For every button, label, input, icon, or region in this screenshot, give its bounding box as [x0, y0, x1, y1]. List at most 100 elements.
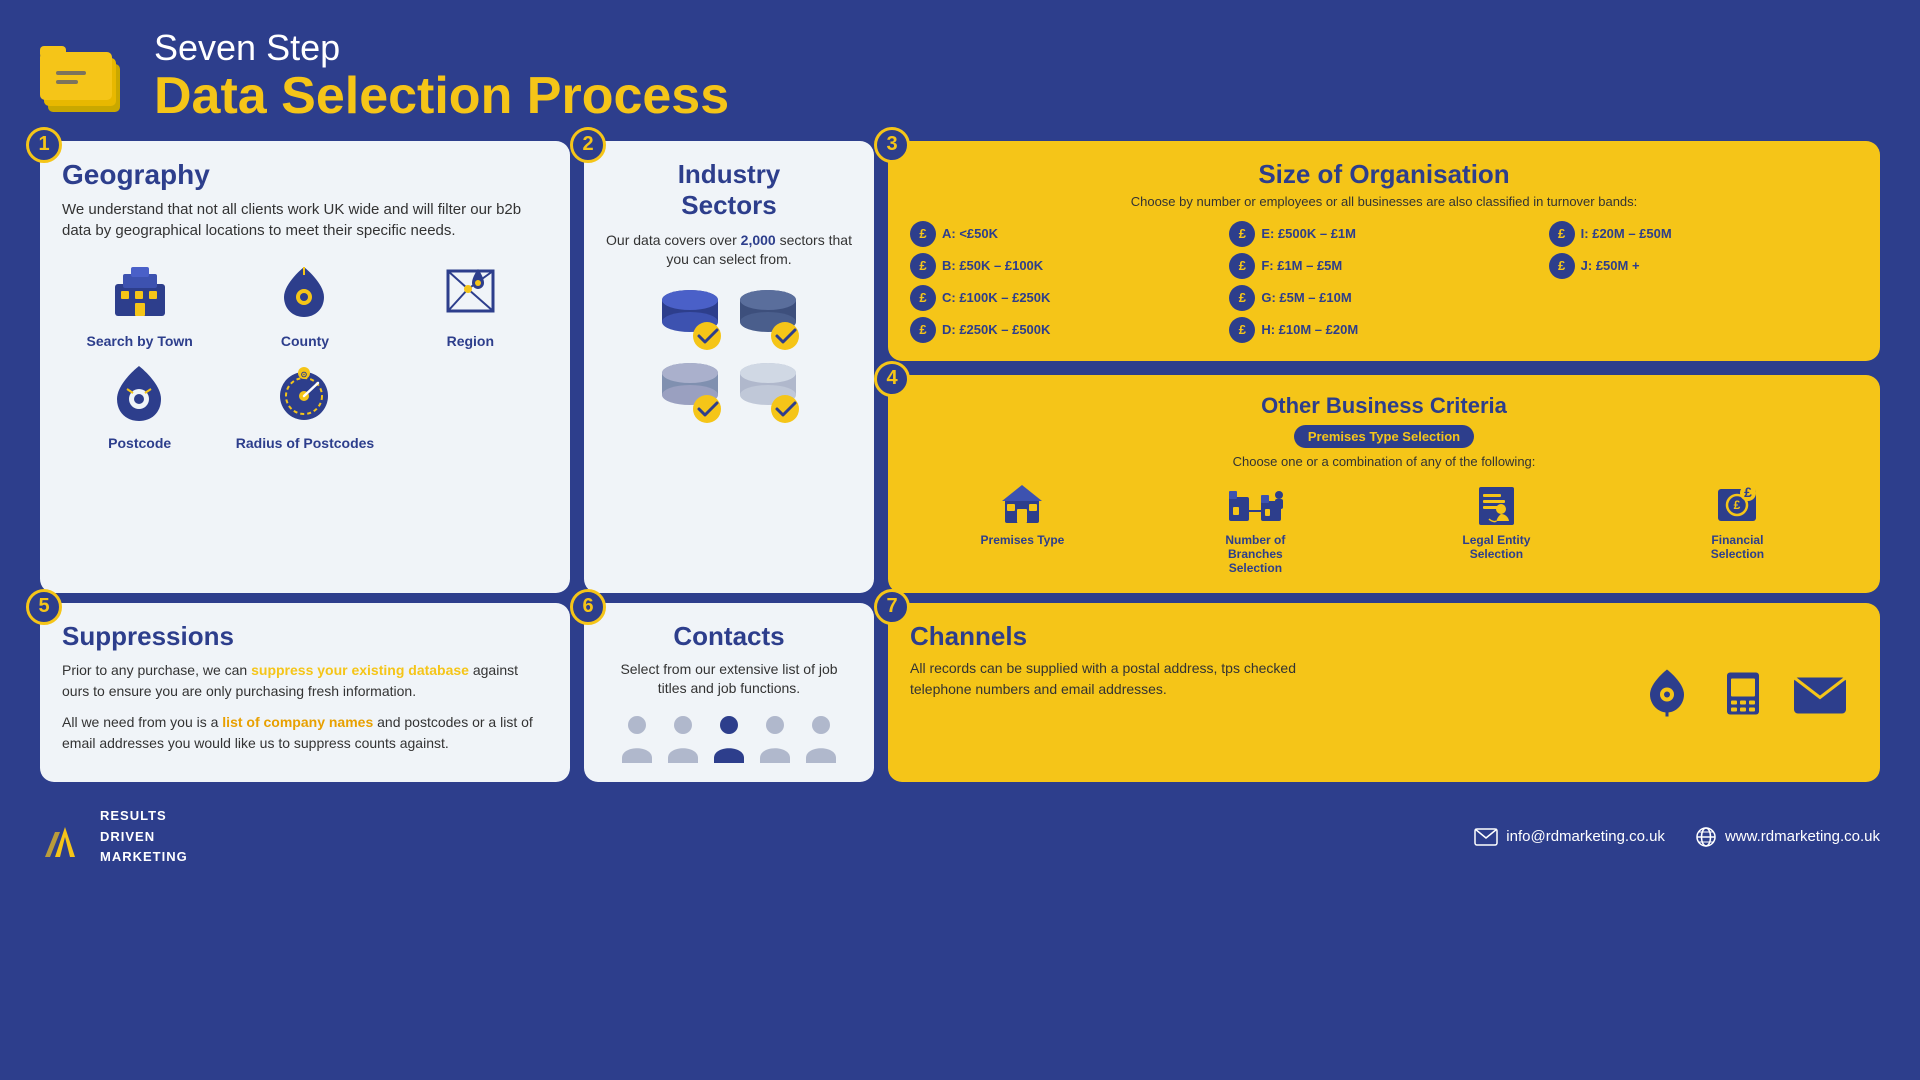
geo-icons-grid: Search by Town County [62, 257, 548, 451]
database-icons [655, 286, 803, 424]
step5-suppressions-card: 5 Suppressions Prior to any purchase, we… [40, 603, 570, 782]
footer: RESULTSDRIVENMARKETING info@rdmarketing.… [0, 794, 1920, 868]
size-band-h: £ H: £10M – £20M [1229, 317, 1538, 343]
step1-geography-card: 1 Geography We understand that not all c… [40, 141, 570, 593]
biz-premises-type: Premises Type [981, 479, 1065, 547]
step4-icons-row: Premises Type Number of Branches Selecti… [910, 479, 1858, 575]
size-band-b: £ B: £50K – £100K [910, 253, 1219, 279]
footer-website: www.rdmarketing.co.uk [1695, 826, 1880, 848]
step7-description: All records can be supplied with a posta… [910, 658, 1310, 700]
step5-badge: 5 [26, 589, 62, 625]
step3-badge: 3 [874, 127, 910, 163]
step2-highlight: 2,000 [741, 232, 776, 248]
step3-title: Size of Organisation [910, 159, 1858, 190]
pound-icon-j: £ [1549, 253, 1575, 279]
step1-badge: 1 [26, 127, 62, 163]
biz-branches: Number of Branches Selection [1205, 479, 1305, 575]
size-band-f: £ F: £1M – £5M [1229, 253, 1538, 279]
step7-badge: 7 [874, 589, 910, 625]
pound-icon-d: £ [910, 317, 936, 343]
pound-icon-a: £ [910, 221, 936, 247]
email-channel-icon [1790, 667, 1850, 717]
pound-icon-g: £ [1229, 285, 1255, 311]
step5-title: Suppressions [62, 621, 548, 652]
step6-contacts-card: 6 Contacts Select from our extensive lis… [584, 603, 874, 782]
biz-financial: £ £ Financial Selection [1687, 479, 1787, 561]
step6-title: Contacts [673, 621, 784, 652]
pound-icon-h: £ [1229, 317, 1255, 343]
step6-badge: 6 [570, 589, 606, 625]
size-band-j: £ J: £50M + [1549, 253, 1858, 279]
globe-footer-icon [1695, 826, 1717, 848]
svg-text:£: £ [1744, 484, 1752, 500]
pound-icon-b: £ [910, 253, 936, 279]
footer-logo-text: RESULTSDRIVENMARKETING [100, 806, 188, 868]
town-label: Search by Town [87, 333, 193, 349]
biz-premises-label: Premises Type [981, 533, 1065, 547]
county-label: County [281, 333, 329, 349]
people-icons-row [618, 713, 840, 763]
step4-title: Other Business Criteria [910, 393, 1858, 419]
county-icon [270, 257, 340, 327]
step6-description: Select from our extensive list of job ti… [606, 660, 852, 699]
region-icon [435, 257, 505, 327]
channel-icons [1640, 665, 1850, 720]
rdm-logo-icon [40, 817, 90, 857]
header: Seven Step Data Selection Process [0, 0, 1920, 135]
header-subtitle: Seven Step [154, 28, 729, 68]
step4-badge: 4 [874, 361, 910, 397]
footer-email: info@rdmarketing.co.uk [1474, 828, 1665, 846]
postcode-label: Postcode [108, 435, 171, 451]
postcode-icon [105, 359, 175, 429]
pound-icon-e: £ [1229, 221, 1255, 247]
location-channel-icon [1640, 665, 1695, 720]
region-label: Region [447, 333, 494, 349]
header-title: Data Selection Process [154, 68, 729, 125]
radius-icon: ⊙ [270, 359, 340, 429]
geo-item-radius: ⊙ Radius of Postcodes [227, 359, 382, 451]
header-title-block: Seven Step Data Selection Process [154, 28, 729, 125]
geo-item-region: Region [393, 257, 548, 349]
email-footer-icon [1474, 828, 1498, 846]
step1-title: Geography [62, 159, 548, 191]
pound-icon-i: £ [1549, 221, 1575, 247]
geo-item-postcode: Postcode [62, 359, 217, 451]
biz-financial-label: Financial Selection [1687, 533, 1787, 561]
step2-title: IndustrySectors [678, 159, 781, 221]
pound-icon-f: £ [1229, 253, 1255, 279]
size-band-a: £ A: <£50K [910, 221, 1219, 247]
step5-para1: Prior to any purchase, we can suppress y… [62, 660, 548, 702]
size-band-d: £ D: £250K – £500K [910, 317, 1219, 343]
step1-description: We understand that not all clients work … [62, 199, 548, 241]
step2-industry-card: 2 IndustrySectors Our data covers over 2… [584, 141, 874, 593]
step3-subtitle: Choose by number or employees or all bus… [910, 194, 1858, 209]
biz-legal-entity-label: Legal Entity Selection [1446, 533, 1546, 561]
footer-logo: RESULTSDRIVENMARKETING [40, 806, 188, 868]
size-bands-grid: £ A: <£50K £ E: £500K – £1M £ I: £20M – … [910, 221, 1858, 343]
step3-size-card: 3 Size of Organisation Choose by number … [888, 141, 1880, 361]
step7-channels-card: 7 Channels All records can be supplied w… [888, 603, 1880, 782]
biz-branches-label: Number of Branches Selection [1205, 533, 1305, 575]
geo-item-town: Search by Town [62, 257, 217, 349]
step4-subtitle: Choose one or a combination of any of th… [910, 454, 1858, 469]
premises-type-badge: Premises Type Selection [1294, 425, 1474, 448]
size-band-i: £ I: £20M – £50M [1549, 221, 1858, 247]
svg-text:⊙: ⊙ [301, 370, 308, 379]
radius-label: Radius of Postcodes [236, 435, 374, 451]
pound-icon-c: £ [910, 285, 936, 311]
step5-company-names-link: list of company names [222, 714, 373, 730]
geo-item-county: County [227, 257, 382, 349]
size-band-g: £ G: £5M – £10M [1229, 285, 1538, 311]
biz-legal-entity: Legal Entity Selection [1446, 479, 1546, 561]
step2-description: Our data covers over 2,000 sectors that … [606, 231, 852, 270]
step4-business-card: 4 Other Business Criteria Premises Type … [888, 375, 1880, 593]
size-band-c: £ C: £100K – £250K [910, 285, 1219, 311]
header-logo-icon [40, 36, 130, 116]
town-icon [105, 257, 175, 327]
telephone-channel-icon [1715, 665, 1770, 720]
footer-email-text: info@rdmarketing.co.uk [1506, 828, 1665, 845]
step2-badge: 2 [570, 127, 606, 163]
step5-highlight: suppress your existing database [251, 662, 469, 678]
footer-contact: info@rdmarketing.co.uk www.rdmarketing.c… [1474, 826, 1880, 848]
footer-website-text: www.rdmarketing.co.uk [1725, 828, 1880, 845]
